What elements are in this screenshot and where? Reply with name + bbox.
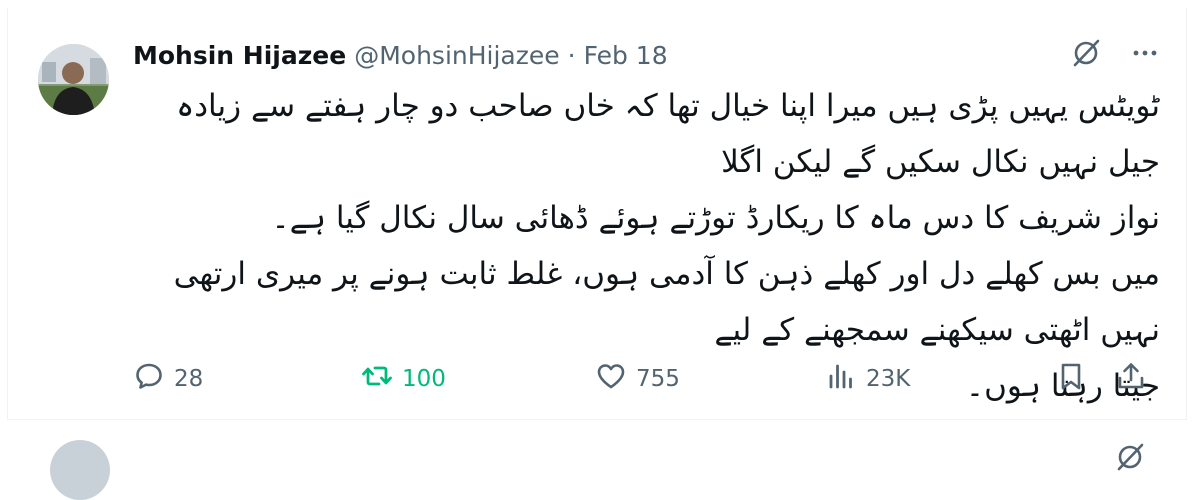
retweet-button[interactable]: 100 <box>362 361 446 397</box>
tweet-text-line: ٹویٹس یہیں پڑی ہیں میرا اپنا خیال تھا کہ… <box>176 88 1160 180</box>
views-count: 23K <box>866 366 911 392</box>
bookmark-icon <box>1056 361 1086 397</box>
avatar[interactable] <box>38 44 109 115</box>
tweet-actions: 28 100 755 23K <box>0 356 1199 400</box>
tweet-text-line: نواز شریف کا دس ماہ کا ریکارڈ توڑتے ہوئے… <box>271 200 1160 236</box>
share-button[interactable] <box>1116 361 1146 397</box>
like-button[interactable]: 755 <box>596 361 680 397</box>
tweet-top-actions <box>1069 36 1159 74</box>
reply-button[interactable]: 28 <box>134 361 203 397</box>
tweet-text-line: میں بس کھلے دل اور کھلے ذہن کا آدمی ہوں،… <box>173 256 1160 348</box>
views-button[interactable]: 23K <box>826 361 910 397</box>
author-name[interactable]: Mohsin Hijazee <box>133 41 346 70</box>
more-icon[interactable] <box>1131 39 1159 71</box>
grok-icon[interactable] <box>1113 440 1147 478</box>
bookmark-button[interactable] <box>1056 361 1086 397</box>
like-icon <box>596 361 626 397</box>
retweet-icon <box>362 361 392 397</box>
reply-count: 28 <box>174 366 204 392</box>
grok-icon[interactable] <box>1069 36 1103 74</box>
next-tweet-avatar[interactable] <box>50 440 110 500</box>
views-icon <box>826 361 856 397</box>
share-icon <box>1116 361 1146 397</box>
tweet-header: Mohsin Hijazee @MohsinHijazee · Feb 18 <box>133 38 668 72</box>
separator-dot: · <box>567 40 576 70</box>
retweet-count: 100 <box>402 366 446 392</box>
like-count: 755 <box>636 366 680 392</box>
reply-icon <box>134 361 164 397</box>
tweet-date[interactable]: Feb 18 <box>584 41 668 70</box>
author-handle[interactable]: @MohsinHijazee <box>354 41 559 70</box>
